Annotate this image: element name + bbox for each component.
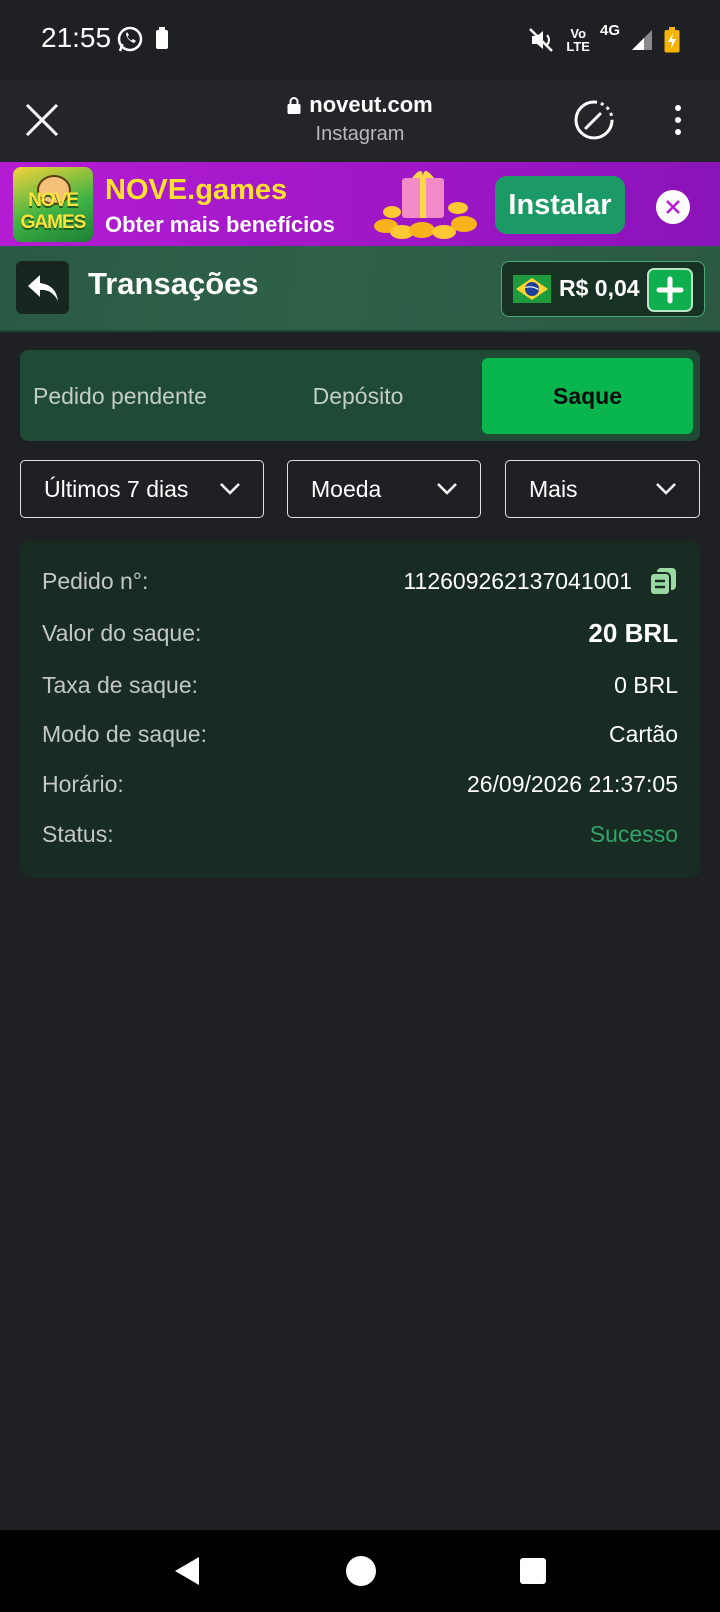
- tab-withdrawal[interactable]: Saque: [482, 358, 693, 434]
- whatsapp-icon: [117, 26, 143, 52]
- fee-value: 0 BRL: [614, 671, 678, 698]
- promo-title: NOVE.games: [105, 174, 288, 206]
- url-display[interactable]: noveut.com Instagram: [200, 92, 520, 146]
- tab-deposit[interactable]: Depósito: [268, 358, 448, 434]
- battery-charging-icon: [664, 27, 680, 53]
- nav-home-icon[interactable]: [346, 1556, 376, 1586]
- balance-value: R$ 0,04: [559, 275, 640, 301]
- status-right-icons: Vo LTE 4G: [526, 22, 680, 58]
- lock-icon: [287, 97, 301, 114]
- period-filter-label: Últimos 7 dias: [44, 475, 189, 502]
- time-value: 26/09/2026 21:37:05: [466, 770, 678, 797]
- period-filter[interactable]: Últimos 7 dias: [20, 460, 264, 518]
- time-row: Horário: 26/09/2026 21:37:05: [42, 769, 678, 799]
- nav-recent-icon[interactable]: [520, 1558, 546, 1584]
- browser-toolbar: noveut.com Instagram: [0, 80, 720, 162]
- amount-label: Valor do saque:: [42, 619, 202, 646]
- promo-banner[interactable]: NOVE GAMES NOVE.games Obter mais benefíc…: [0, 162, 720, 246]
- brazil-flag-icon: [513, 275, 551, 303]
- order-row: Pedido n°: 112609262137041001: [42, 566, 678, 596]
- volte-bottom: LTE: [566, 39, 590, 54]
- chevron-down-icon: [437, 483, 457, 495]
- signal-icon: [632, 30, 652, 50]
- deposit-add-button[interactable]: [647, 268, 693, 312]
- page-header: Transações R$ 0,04: [0, 246, 720, 332]
- page-title: Transações: [88, 266, 259, 301]
- copy-icon[interactable]: [648, 566, 678, 596]
- volte-indicator: Vo LTE: [566, 27, 590, 53]
- status-row: Status: Sucesso: [42, 819, 678, 849]
- amount-row: Valor do saque: 20 BRL: [42, 618, 678, 648]
- status-time: 21:55: [41, 22, 112, 53]
- speed-icon[interactable]: [573, 99, 615, 141]
- battery-icon: [156, 27, 168, 49]
- fee-label: Taxa de saque:: [42, 671, 199, 698]
- mode-label: Modo de saque:: [42, 720, 207, 747]
- time-label: Horário:: [42, 770, 124, 797]
- balance-widget[interactable]: R$ 0,04: [501, 261, 705, 317]
- order-number: 112609262137041001: [403, 567, 632, 594]
- install-button[interactable]: Instalar: [495, 176, 625, 234]
- browser-domain: noveut.com: [309, 92, 433, 117]
- system-navigation-bar: [0, 1530, 720, 1612]
- transaction-card: Pedido n°: 112609262137041001 Valor do s…: [20, 541, 700, 878]
- browser-source: Instagram: [315, 123, 405, 145]
- nav-back-icon[interactable]: [172, 1555, 202, 1587]
- status-value: Sucesso: [589, 820, 678, 847]
- app-logo: NOVE GAMES: [13, 167, 93, 242]
- currency-filter-label: Moeda: [311, 475, 382, 502]
- more-vertical-icon[interactable]: [666, 102, 690, 138]
- logo-text: NOVE GAMES: [20, 190, 87, 233]
- status-label: Status:: [42, 820, 114, 847]
- currency-filter[interactable]: Moeda: [287, 460, 481, 518]
- order-label: Pedido n°:: [42, 567, 149, 594]
- close-icon[interactable]: [24, 102, 60, 138]
- transaction-tabs: Pedido pendente Depósito Saque: [20, 350, 700, 441]
- tab-pending[interactable]: Pedido pendente: [20, 358, 245, 434]
- amount-value: 20 BRL: [588, 617, 678, 648]
- back-icon: [27, 274, 58, 301]
- more-filter[interactable]: Mais: [505, 460, 700, 518]
- gift-coins-icon: [374, 171, 477, 239]
- chevron-down-icon: [656, 483, 676, 495]
- chevron-down-icon: [220, 483, 240, 495]
- promo-subtitle: Obter mais benefícios: [105, 212, 335, 237]
- more-filter-label: Mais: [529, 475, 578, 502]
- fee-row: Taxa de saque: 0 BRL: [42, 670, 678, 700]
- network-type: 4G: [599, 22, 620, 39]
- plus-icon: [656, 276, 684, 304]
- mode-row: Modo de saque: Cartão: [42, 719, 678, 749]
- mute-icon: [529, 28, 554, 52]
- back-button[interactable]: [16, 261, 69, 314]
- mode-value: Cartão: [608, 720, 678, 747]
- promo-close-button[interactable]: [656, 190, 690, 224]
- close-icon: [666, 200, 680, 214]
- status-bar: 21:55 Vo LTE 4G: [0, 0, 720, 80]
